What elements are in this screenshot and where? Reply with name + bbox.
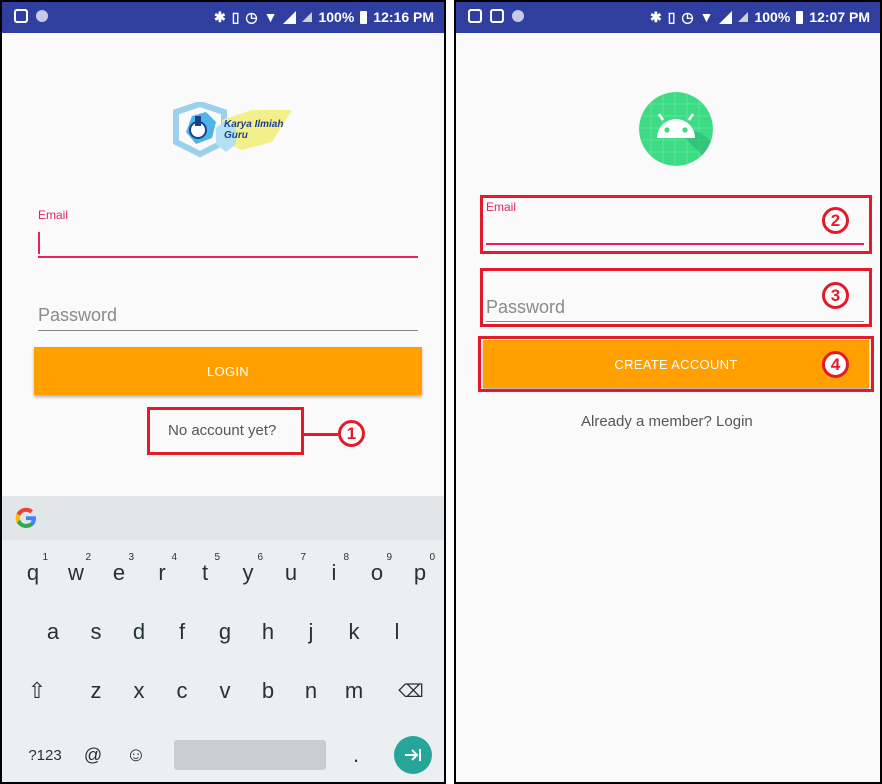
key-x[interactable]: x	[118, 666, 160, 716]
text-cursor	[38, 232, 40, 254]
annotation-box-4	[478, 336, 874, 392]
key-h[interactable]: h	[247, 607, 289, 657]
key-u[interactable]: u7	[270, 548, 312, 598]
bluetooth-icon: ✱	[649, 9, 662, 25]
key-r[interactable]: r4	[141, 548, 183, 598]
key-p[interactable]: p0	[399, 548, 441, 598]
annotation-badge-3: 3	[822, 282, 849, 309]
key-t[interactable]: t5	[184, 548, 226, 598]
key-c[interactable]: c	[161, 666, 203, 716]
key-e[interactable]: e3	[98, 548, 140, 598]
notification-icon	[14, 9, 28, 23]
key-n[interactable]: n	[290, 666, 332, 716]
enter-key[interactable]	[394, 736, 432, 774]
vibrate-icon: ▯	[667, 9, 676, 25]
status-bar: ✱ ▯ ◷ ▼ 100% 12:16 PM	[2, 2, 444, 33]
key-b[interactable]: b	[247, 666, 289, 716]
google-icon[interactable]	[14, 506, 38, 530]
annotation-badge-1: 1	[338, 420, 365, 447]
key-z[interactable]: z	[75, 666, 117, 716]
key-i[interactable]: i8	[313, 548, 355, 598]
clock: 12:16 PM	[373, 9, 434, 25]
symbols-key[interactable]: ?123	[20, 730, 70, 780]
backspace-key-icon[interactable]: ⌫	[390, 666, 432, 716]
signal-icon	[719, 10, 733, 24]
login-screen: ✱ ▯ ◷ ▼ 100% 12:16 PM Karya Ilmiah Guru …	[0, 0, 446, 784]
usb-icon	[490, 9, 504, 23]
email-field[interactable]	[38, 256, 418, 258]
notification-dot-icon	[36, 10, 48, 22]
key-o[interactable]: o9	[356, 548, 398, 598]
notification-icon	[468, 9, 482, 23]
space-key[interactable]	[174, 740, 326, 770]
password-field[interactable]: Password	[38, 305, 117, 326]
notification-dot-icon	[512, 10, 524, 22]
period-key[interactable]: .	[335, 730, 377, 780]
wifi-icon: ▼	[699, 9, 714, 25]
password-underline	[38, 330, 418, 331]
key-f[interactable]: f	[161, 607, 203, 657]
app-logo: Karya Ilmiah Guru	[162, 100, 297, 167]
key-l[interactable]: l	[376, 607, 418, 657]
signal-icon	[283, 10, 297, 24]
shift-key-icon[interactable]: ⇧	[16, 666, 58, 716]
status-bar: ✱ ▯ ◷ ▼ 100% 12:07 PM	[456, 2, 880, 33]
email-label: Email	[38, 208, 69, 222]
vibrate-icon: ▯	[231, 9, 240, 25]
annotation-badge-4: 4	[822, 351, 849, 378]
soft-keyboard: q1 w2 e3 r4 t5 y6 u7 i8 o9 p0 a s d f g …	[2, 496, 444, 782]
keyboard-suggestion-bar	[2, 496, 444, 540]
signal-2-icon	[302, 12, 313, 22]
alarm-icon: ◷	[245, 9, 258, 25]
battery-icon	[360, 10, 368, 24]
key-w[interactable]: w2	[55, 548, 97, 598]
key-v[interactable]: v	[204, 666, 246, 716]
at-key[interactable]: @	[72, 730, 114, 780]
annotation-box-3	[480, 268, 872, 327]
battery-percent: 100%	[318, 9, 355, 25]
signal-2-icon	[738, 12, 749, 22]
key-y[interactable]: y6	[227, 548, 269, 598]
login-link[interactable]: Already a member? Login	[581, 413, 753, 430]
key-d[interactable]: d	[118, 607, 160, 657]
bluetooth-icon: ✱	[213, 9, 226, 25]
battery-percent: 100%	[754, 9, 791, 25]
register-screen: ✱ ▯ ◷ ▼ 100% 12:07 PM Email 2 Password 3…	[454, 0, 882, 784]
key-j[interactable]: j	[290, 607, 332, 657]
wifi-icon: ▼	[263, 9, 278, 25]
next-arrow-icon	[405, 749, 421, 761]
annotation-box-1	[147, 407, 304, 455]
login-button[interactable]: LOGIN	[34, 347, 422, 395]
key-q[interactable]: q1	[12, 548, 54, 598]
battery-icon	[796, 10, 804, 24]
logo-text: Karya Ilmiah Guru	[224, 119, 284, 141]
annotation-box-2	[480, 195, 872, 254]
key-a[interactable]: a	[32, 607, 74, 657]
clock: 12:07 PM	[809, 9, 870, 25]
key-m[interactable]: m	[333, 666, 375, 716]
emoji-key-icon[interactable]: ☺	[115, 730, 157, 780]
annotation-badge-2: 2	[822, 207, 849, 234]
alarm-icon: ◷	[681, 9, 694, 25]
key-k[interactable]: k	[333, 607, 375, 657]
key-s[interactable]: s	[75, 607, 117, 657]
key-g[interactable]: g	[204, 607, 246, 657]
annotation-connector	[304, 433, 338, 436]
android-logo-icon	[639, 92, 713, 166]
